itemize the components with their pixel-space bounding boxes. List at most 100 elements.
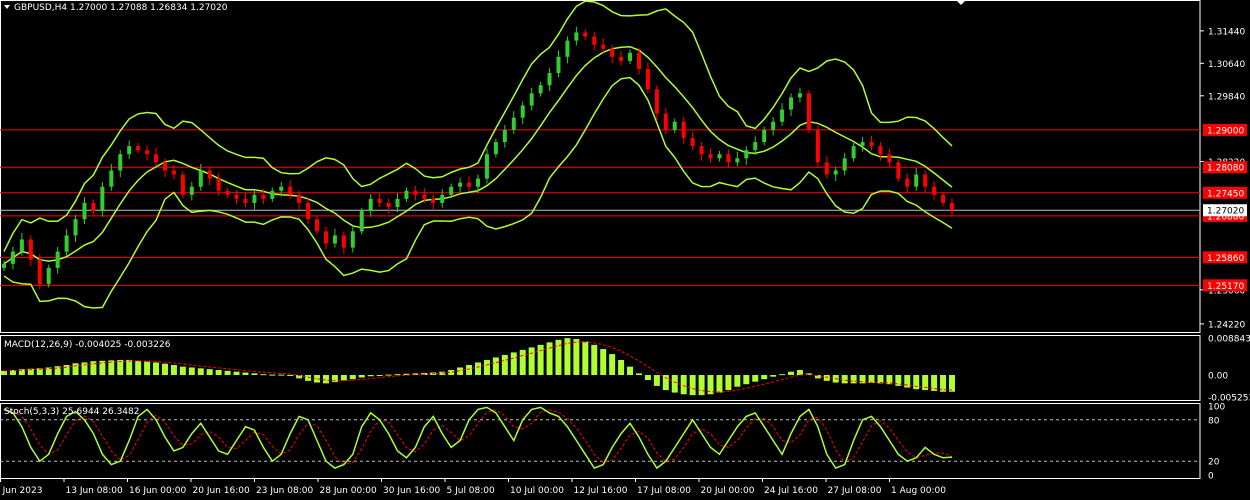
dropdown-triangle-icon[interactable] bbox=[4, 5, 10, 9]
candle-body bbox=[815, 129, 820, 163]
macd-bar bbox=[949, 375, 955, 392]
candle-body bbox=[252, 194, 257, 203]
candle-body bbox=[520, 105, 525, 118]
symbol-info: GBPUSD,H4 1.27000 1.27088 1.26834 1.2702… bbox=[14, 3, 228, 13]
candle-body bbox=[753, 142, 758, 151]
macd-bar bbox=[671, 375, 678, 393]
macd-bar bbox=[600, 349, 607, 376]
candle-body bbox=[91, 202, 96, 212]
time-tick-label: 5 Jul 08:00 bbox=[447, 486, 496, 496]
macd-bar bbox=[153, 362, 160, 376]
macd-bar bbox=[126, 359, 133, 376]
candle-body bbox=[243, 198, 248, 203]
candle-body bbox=[923, 174, 928, 187]
candle-body bbox=[529, 93, 534, 106]
candle-body bbox=[601, 44, 606, 49]
macd-bar bbox=[841, 375, 848, 384]
candle-body bbox=[270, 190, 275, 199]
macd-bar bbox=[170, 364, 177, 376]
time-tick-label: 28 Jun 00:00 bbox=[320, 486, 377, 496]
candle-body bbox=[180, 174, 185, 195]
candle-body bbox=[654, 89, 659, 114]
macd-bar bbox=[770, 375, 777, 377]
candle-body bbox=[583, 32, 588, 37]
candle-body bbox=[780, 109, 785, 122]
candle-body bbox=[64, 235, 69, 252]
candle-body bbox=[288, 186, 293, 195]
candle-body bbox=[860, 142, 865, 147]
candle-body bbox=[19, 239, 24, 252]
candle-body bbox=[887, 154, 892, 163]
candle-body bbox=[896, 162, 901, 179]
candle-body bbox=[905, 178, 910, 187]
macd-bar bbox=[117, 359, 124, 376]
candle-body bbox=[73, 219, 78, 236]
macd-bar bbox=[689, 375, 696, 396]
macd-bar bbox=[528, 347, 535, 376]
candle-body bbox=[368, 198, 373, 212]
candle-body bbox=[941, 194, 946, 203]
level-tag-text: 1.28080 bbox=[1207, 164, 1244, 174]
candle-body bbox=[547, 73, 552, 86]
candle-body bbox=[10, 251, 15, 264]
candle-body bbox=[619, 56, 624, 61]
macd-axis-label: 0.008843 bbox=[1208, 335, 1250, 345]
macd-bar bbox=[144, 361, 151, 376]
macd-bar bbox=[475, 362, 481, 376]
macd-bar bbox=[349, 375, 356, 380]
candle-body bbox=[395, 198, 400, 207]
horizontal-levels[interactable] bbox=[0, 129, 1200, 286]
candle-body bbox=[833, 170, 838, 175]
macd-bar bbox=[734, 375, 741, 387]
macd-bar bbox=[394, 374, 401, 376]
candle-body bbox=[663, 113, 668, 130]
candle-body bbox=[55, 251, 60, 268]
macd-bar bbox=[340, 375, 347, 381]
candle-body bbox=[332, 235, 337, 244]
candle-body bbox=[46, 267, 51, 285]
stochastic-indicator: 100 80 20 0 bbox=[0, 403, 1225, 482]
price-tick-label: 1.31440 bbox=[1208, 27, 1245, 37]
stoch-axis-label: 100 bbox=[1208, 403, 1225, 413]
candle-body bbox=[735, 158, 740, 163]
time-tick-label: 30 Jun 16:00 bbox=[383, 486, 440, 496]
macd-bar bbox=[63, 364, 70, 376]
current-price-text: 1.27020 bbox=[1207, 207, 1244, 217]
macd-axis-label: 0.00 bbox=[1208, 372, 1228, 382]
chart-shift-marker-icon[interactable] bbox=[956, 0, 966, 5]
candle-body bbox=[806, 93, 811, 130]
time-tick-label: 24 Jul 16:00 bbox=[764, 486, 818, 496]
candle-body bbox=[950, 202, 954, 211]
chart-window[interactable]: 1.314401.306401.298401.282201.250601.242… bbox=[0, 0, 1250, 500]
macd-header: MACD(12,26,9) -0.004025 -0.003226 bbox=[4, 340, 171, 350]
macd-bar bbox=[743, 375, 750, 385]
macd-bar bbox=[224, 370, 231, 376]
candle-body bbox=[690, 137, 695, 147]
candle-body bbox=[842, 158, 847, 171]
macd-bar bbox=[913, 375, 920, 390]
macd-bar bbox=[197, 368, 204, 376]
macd-bar bbox=[779, 374, 786, 376]
candle-body bbox=[932, 186, 937, 195]
candle-body bbox=[440, 194, 445, 203]
macd-bar bbox=[725, 375, 732, 391]
macd-bar bbox=[278, 374, 285, 376]
macd-bar bbox=[680, 375, 687, 395]
level-tag-text: 1.29000 bbox=[1207, 126, 1244, 136]
macd-bar bbox=[135, 360, 142, 376]
candle-body bbox=[207, 170, 212, 179]
macd-bar bbox=[215, 369, 222, 376]
chart-canvas[interactable]: 1.314401.306401.298401.282201.250601.242… bbox=[0, 0, 1250, 500]
candle-body bbox=[37, 259, 42, 285]
panel-frame bbox=[0, 0, 1201, 333]
candle-body bbox=[771, 121, 776, 130]
candle-body bbox=[610, 48, 615, 57]
candle-body bbox=[413, 190, 418, 195]
bollinger-bands bbox=[3, 0, 953, 309]
time-tick-label: 12 Jul 16:00 bbox=[574, 486, 628, 496]
candle-body bbox=[484, 154, 489, 179]
candle-body bbox=[323, 231, 328, 244]
macd-bar bbox=[179, 366, 186, 376]
candle-body bbox=[824, 162, 829, 175]
candle-body bbox=[645, 68, 650, 90]
